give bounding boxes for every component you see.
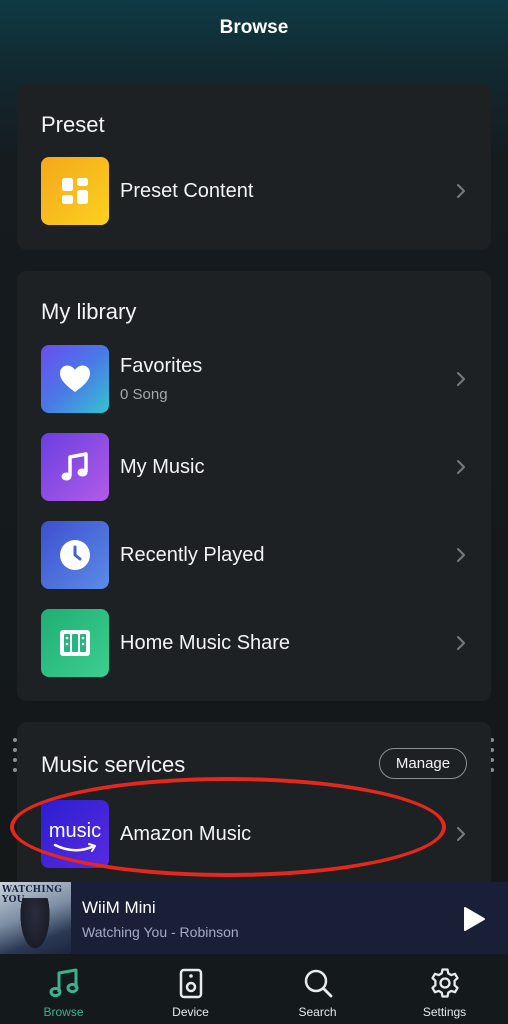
music-note-icon (41, 433, 109, 501)
library-card: My library Favorites 0 Song My Music Rec… (17, 271, 491, 701)
tab-search[interactable]: Search (254, 954, 381, 1024)
tab-bar: Browse Device Search Settings (0, 954, 508, 1024)
library-item-my-music[interactable]: My Music (41, 433, 471, 501)
chevron-right-icon (451, 457, 471, 477)
heart-icon (41, 345, 109, 413)
search-icon (301, 966, 335, 1000)
amazon-music-logo-text: music (48, 819, 102, 842)
device-speaker-icon (174, 966, 208, 1000)
chevron-right-icon (451, 824, 471, 844)
browse-music-icon (47, 966, 81, 1000)
gear-icon (428, 966, 462, 1000)
amazon-music-logo: music (41, 800, 109, 868)
chevron-right-icon (451, 369, 471, 389)
music-services-title: Music services (41, 752, 186, 777)
mini-player[interactable]: WATCHING YOU WiiM Mini Watching You - Ro… (0, 882, 508, 954)
preset-content-row[interactable]: Preset Content (41, 157, 471, 225)
recently-played-label: Recently Played (120, 543, 265, 566)
amazon-music-label: Amazon Music (120, 822, 252, 845)
library-item-home-music-share[interactable]: Home Music Share (41, 609, 471, 677)
chevron-right-icon (451, 181, 471, 201)
player-device-name: WiiM Mini (82, 898, 156, 917)
play-icon[interactable] (462, 906, 486, 932)
player-track: Watching You - Robinson (82, 924, 239, 940)
page-title: Browse (219, 17, 289, 38)
chevron-right-icon (451, 633, 471, 653)
clock-icon (41, 521, 109, 589)
preset-section-title: Preset (41, 112, 105, 137)
favorites-count: 0 Song (120, 386, 168, 403)
tab-settings[interactable]: Settings (381, 954, 508, 1024)
tab-device-label: Device (172, 1005, 209, 1019)
preset-grid-icon (41, 157, 109, 225)
share-grid-icon (41, 609, 109, 677)
album-art: WATCHING YOU (0, 882, 71, 954)
tab-device[interactable]: Device (127, 954, 254, 1024)
library-section-title: My library (41, 299, 137, 324)
my-music-label: My Music (120, 455, 205, 478)
preset-content-label: Preset Content (120, 179, 254, 202)
header: Browse (0, 0, 508, 56)
tab-browse[interactable]: Browse (0, 954, 127, 1024)
tab-browse-label: Browse (43, 1005, 84, 1019)
home-music-share-label: Home Music Share (120, 631, 291, 654)
favorites-label: Favorites (120, 355, 203, 377)
manage-button[interactable]: Manage (379, 748, 467, 779)
preset-card: Preset Preset Content (17, 84, 491, 250)
chevron-right-icon (451, 545, 471, 565)
tab-search-label: Search (298, 1005, 337, 1019)
service-item-amazon-music[interactable]: music Amazon Music (41, 800, 471, 868)
library-item-favorites[interactable]: Favorites 0 Song (41, 345, 471, 413)
tab-settings-label: Settings (422, 1005, 467, 1019)
music-services-card: Music services Manage music Amazon Music (17, 722, 491, 892)
library-item-recently-played[interactable]: Recently Played (41, 521, 471, 589)
